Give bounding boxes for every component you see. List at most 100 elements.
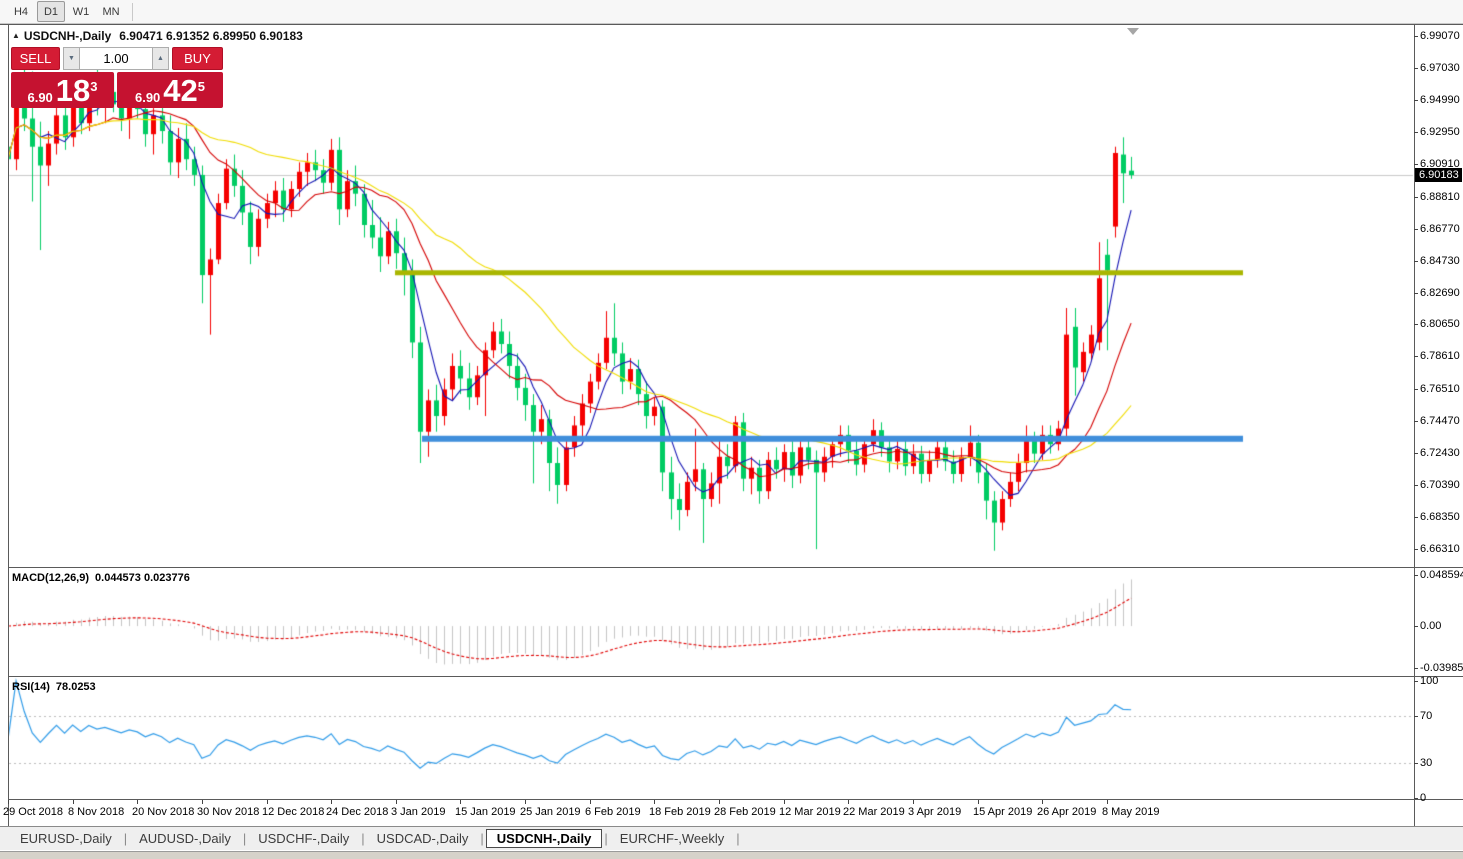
date-axis-label: 15 Jan 2019 — [455, 806, 516, 818]
date-axis-label: 22 Mar 2019 — [843, 806, 905, 818]
chart-tab-bar: EURUSD-,Daily|AUDUSD-,Daily|USDCHF-,Dail… — [0, 826, 1463, 850]
volume-input[interactable] — [80, 47, 152, 70]
date-axis-label: 28 Feb 2019 — [714, 806, 776, 818]
volume-decrease-button[interactable]: ▼ — [63, 47, 80, 70]
price-axis-label: 6.76510 — [1420, 383, 1460, 395]
price-axis-tick — [1414, 293, 1418, 294]
date-axis-tick — [590, 800, 591, 804]
main-macd-splitter[interactable] — [8, 567, 1463, 568]
sell-price-box[interactable]: 6.90 18 3 — [11, 72, 114, 108]
one-click-trading-panel: SELL ▼ ▲ BUY 6.90 18 3 6.90 42 5 — [11, 47, 223, 108]
date-axis-tick — [913, 800, 914, 804]
price-axis-tick — [1414, 356, 1418, 357]
macd-axis-label: 0.00 — [1420, 620, 1441, 632]
tab-divider: | — [736, 831, 739, 846]
sell-price-prefix: 6.90 — [27, 90, 52, 105]
timeframe-button-d1[interactable]: D1 — [37, 1, 65, 22]
macd-axis-tick — [1414, 626, 1418, 627]
rsi-axis-label: 70 — [1420, 710, 1432, 722]
rsi-dateaxis-splitter — [8, 799, 1463, 800]
chart-symbol-period: USDCNH-,Daily — [24, 29, 111, 43]
macd-axis-tick — [1414, 668, 1418, 669]
timeframe-button-mn[interactable]: MN — [97, 1, 125, 22]
chart-tab-eurchf-weekly[interactable]: EURCHF-,Weekly — [610, 829, 735, 848]
timeframe-toolbar: H4D1W1MN — [0, 0, 1463, 24]
date-axis-label: 8 May 2019 — [1102, 806, 1159, 818]
price-axis-tick — [1414, 324, 1418, 325]
date-axis-label: 30 Nov 2018 — [197, 806, 259, 818]
date-axis-label: 20 Nov 2018 — [132, 806, 194, 818]
chart-tab-audusd-daily[interactable]: AUDUSD-,Daily — [129, 829, 241, 848]
date-axis-label: 15 Apr 2019 — [973, 806, 1032, 818]
rsi-axis-label: 0 — [1420, 792, 1426, 804]
chart-tab-usdcad-daily[interactable]: USDCAD-,Daily — [367, 829, 479, 848]
price-axis-tick — [1414, 517, 1418, 518]
price-axis-tick — [1414, 197, 1418, 198]
date-axis-label: 18 Feb 2019 — [649, 806, 711, 818]
price-axis-label: 6.94990 — [1420, 94, 1460, 106]
date-axis-tick — [525, 800, 526, 804]
volume-stepper: ▼ ▲ — [63, 47, 169, 70]
date-axis-label: 8 Nov 2018 — [68, 806, 124, 818]
sell-button[interactable]: SELL — [11, 47, 60, 70]
ohlc-values: 6.90471 6.91352 6.89950 6.90183 — [119, 29, 303, 43]
chart-frame-top — [0, 24, 1463, 25]
current-price-value: 6.90183 — [1419, 169, 1459, 181]
price-axis-tick — [1414, 485, 1418, 486]
tab-divider: | — [243, 831, 246, 846]
price-axis-tick — [1414, 100, 1418, 101]
date-axis-label: 6 Feb 2019 — [585, 806, 641, 818]
rsi-axis-tick — [1414, 798, 1418, 799]
chart-end-marker-icon[interactable] — [1127, 28, 1139, 35]
buy-button[interactable]: BUY — [172, 47, 223, 70]
chart-tab-eurusd-daily[interactable]: EURUSD-,Daily — [10, 829, 122, 848]
date-axis-tick — [396, 800, 397, 804]
date-axis-tick — [1042, 800, 1043, 804]
date-axis-tick — [73, 800, 74, 804]
price-axis-label: 6.78610 — [1420, 350, 1460, 362]
buy-price-pips: 42 — [163, 77, 197, 105]
chart-title: ▲USDCNH-,Daily6.90471 6.91352 6.89950 6.… — [12, 29, 303, 43]
buy-price-box[interactable]: 6.90 42 5 — [117, 72, 223, 108]
price-axis-label: 6.70390 — [1420, 479, 1460, 491]
timeframe-button-w1[interactable]: W1 — [67, 1, 95, 22]
date-axis-tick — [331, 800, 332, 804]
chart-tab-usdcnh-daily[interactable]: USDCNH-,Daily — [486, 829, 603, 848]
bottom-status-strip — [0, 851, 1463, 859]
price-axis-label: 6.97030 — [1420, 62, 1460, 74]
price-axis-label: 6.74470 — [1420, 415, 1460, 427]
date-axis-tick — [137, 800, 138, 804]
sell-price-pips: 18 — [56, 77, 90, 105]
timeframe-button-h4[interactable]: H4 — [7, 1, 35, 22]
volume-increase-button[interactable]: ▲ — [152, 47, 169, 70]
date-axis-tick — [202, 800, 203, 804]
date-axis-label: 12 Mar 2019 — [779, 806, 841, 818]
price-axis-label: 6.68350 — [1420, 511, 1460, 523]
price-axis-separator — [1414, 24, 1415, 826]
price-axis-label: 6.92950 — [1420, 126, 1460, 138]
chart-tab-usdchf-daily[interactable]: USDCHF-,Daily — [248, 829, 359, 848]
date-axis-label: 29 Oct 2018 — [3, 806, 63, 818]
macd-panel-canvas[interactable] — [0, 568, 1463, 675]
trading-platform-window: H4D1W1MN ▲USDCNH-,Daily6.90471 6.91352 6… — [0, 0, 1463, 859]
price-axis-tick — [1414, 229, 1418, 230]
macd-name: MACD(12,26,9) — [12, 572, 89, 584]
date-axis-tick — [719, 800, 720, 804]
price-axis-label: 6.99070 — [1420, 30, 1460, 42]
price-axis-tick — [1414, 389, 1418, 390]
price-axis-label: 6.86770 — [1420, 223, 1460, 235]
rsi-panel-canvas[interactable] — [0, 677, 1463, 799]
price-axis-tick — [1414, 132, 1418, 133]
macd-axis-tick — [1414, 575, 1418, 576]
price-axis-label: 6.80650 — [1420, 318, 1460, 330]
date-axis-label: 26 Apr 2019 — [1037, 806, 1096, 818]
price-axis-label: 6.82690 — [1420, 287, 1460, 299]
price-axis-label: 6.66310 — [1420, 543, 1460, 555]
date-axis-tick — [654, 800, 655, 804]
tab-divider: | — [124, 831, 127, 846]
rsi-current-value: 78.0253 — [56, 681, 96, 693]
macd-rsi-splitter[interactable] — [8, 676, 1463, 677]
sell-price-point: 3 — [90, 81, 97, 93]
rsi-indicator-label: RSI(14)78.0253 — [12, 681, 96, 693]
date-axis-tick — [1107, 800, 1108, 804]
